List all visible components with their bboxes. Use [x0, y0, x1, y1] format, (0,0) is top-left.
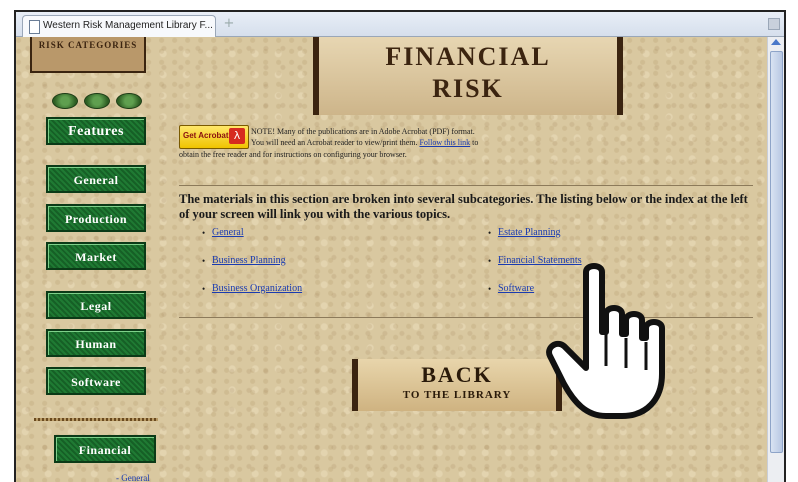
topic-link-estate-planning[interactable]: Estate Planning — [498, 227, 561, 238]
back-label: BACK — [421, 362, 493, 387]
get-acrobat-button[interactable]: Get Acrobat λ — [179, 125, 249, 149]
sidebar-item-features[interactable]: Features — [46, 117, 146, 145]
topic-link-software[interactable]: Software — [498, 283, 534, 294]
banner-line-1: FINANCIAL — [385, 42, 551, 71]
scroll-thumb[interactable] — [770, 51, 783, 453]
note-line-2: You will need an Acrobat reader to view/… — [251, 138, 479, 147]
new-tab-button[interactable]: + — [220, 16, 238, 32]
decorative-dots — [52, 93, 142, 109]
sidebar-item-financial[interactable]: Financial — [54, 435, 156, 463]
page-icon — [29, 20, 40, 34]
bullet: • — [488, 256, 492, 266]
acrobat-logo-icon: λ — [229, 128, 245, 144]
browser-window: Western Risk Management Library F... + R… — [14, 10, 786, 482]
tab-bar: Western Risk Management Library F... + — [16, 12, 784, 37]
ornament-icon — [116, 93, 142, 109]
follow-this-link[interactable]: Follow this link — [419, 138, 470, 147]
hand-pointer-cursor-icon — [546, 263, 665, 419]
intro-text: The materials in this section are broken… — [179, 192, 748, 221]
vertical-scrollbar[interactable] — [767, 37, 784, 482]
back-to-library-button[interactable]: BACK TO THE LIBRARY — [352, 359, 562, 411]
sidebar-item-general[interactable]: General — [46, 165, 146, 193]
sidebar-item-market[interactable]: Market — [46, 242, 146, 270]
bullet: • — [202, 228, 206, 238]
sidebar-item-human[interactable]: Human — [46, 329, 146, 357]
topic-link-general[interactable]: General — [212, 227, 244, 238]
bullet: • — [202, 284, 206, 294]
window-control-icon[interactable] — [768, 18, 780, 30]
sidebar-sublink-general[interactable]: - General — [116, 473, 150, 482]
bullet: • — [488, 228, 492, 238]
sidebar-item-production[interactable]: Production — [46, 204, 146, 232]
page-title-banner: FINANCIAL RISK — [313, 37, 623, 115]
sidebar-item-software[interactable]: Software — [46, 367, 146, 395]
sidebar-item-legal[interactable]: Legal — [46, 291, 146, 319]
to-the-library-label: TO THE LIBRARY — [402, 389, 512, 401]
ornament-icon — [84, 93, 110, 109]
divider — [179, 185, 753, 186]
bullet: • — [488, 284, 492, 294]
banner-line-2: RISK — [432, 74, 504, 103]
divider — [34, 418, 158, 421]
sidebar: RISK CATEGORIES Features General Product… — [16, 37, 166, 482]
ornament-icon — [52, 93, 78, 109]
bullet: • — [202, 256, 206, 266]
browser-tab[interactable]: Western Risk Management Library F... — [22, 15, 216, 37]
get-acrobat-label: Get Acrobat — [183, 131, 229, 140]
note-line-3: obtain the free reader and for instructi… — [179, 150, 407, 159]
topic-link-business-planning[interactable]: Business Planning — [212, 255, 286, 266]
scroll-up-icon[interactable] — [771, 39, 781, 45]
note-line-1: NOTE! Many of the publications are in Ad… — [251, 127, 475, 136]
tab-title: Western Risk Management Library F... — [43, 20, 213, 31]
risk-categories-header: RISK CATEGORIES — [30, 37, 146, 73]
web-page: RISK CATEGORIES Features General Product… — [16, 37, 767, 482]
topic-link-business-organization[interactable]: Business Organization — [212, 283, 302, 294]
